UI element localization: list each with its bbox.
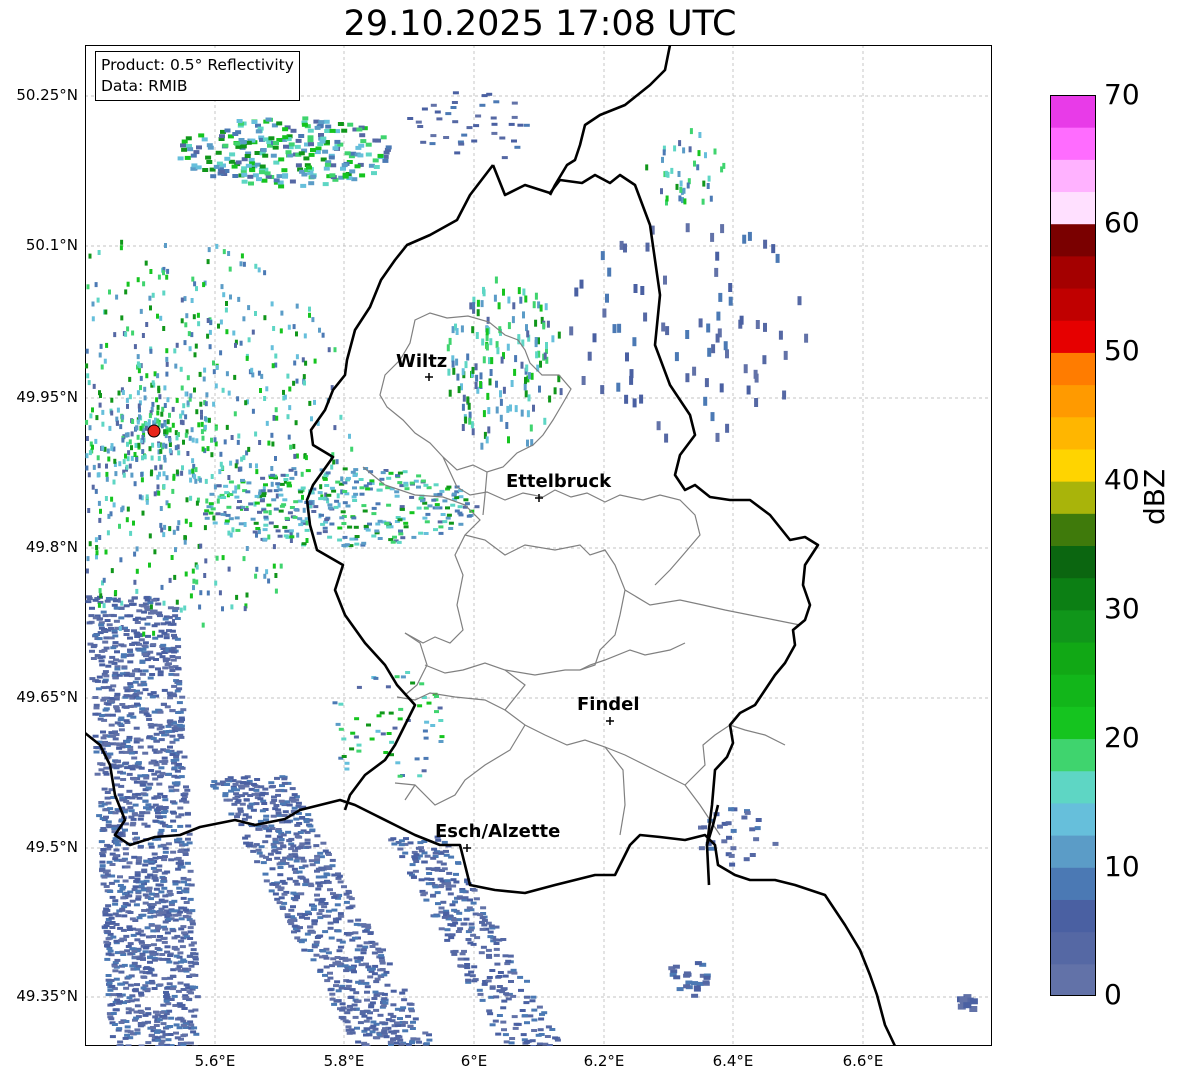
colorbar-tick: 70 (1104, 78, 1140, 111)
colorbar-segment (1050, 384, 1096, 418)
data-source-label: Data: RMIB (101, 77, 188, 95)
colorbar-segment (1050, 931, 1096, 965)
colorbar-segment (1050, 416, 1096, 450)
city-marker (425, 373, 433, 381)
colorbar-segment (1050, 642, 1096, 675)
colorbar-segment (1050, 513, 1096, 546)
dbz-colorbar (1050, 95, 1096, 996)
colorbar-segment (1050, 481, 1096, 514)
colorbar-tick: 0 (1104, 978, 1122, 1011)
colorbar-segment (1050, 320, 1096, 353)
colorbar-segment (1050, 95, 1096, 128)
colorbar-segment (1050, 159, 1096, 193)
colorbar-segment (1050, 835, 1096, 868)
colorbar-segment (1050, 255, 1096, 289)
colorbar-segment (1050, 899, 1096, 933)
product-info-box: Product: 0.5° Reflectivity Data: RMIB (95, 51, 300, 101)
radar-map[interactable]: Wiltz Ettelbruck Findel Esch/Alzette Produc… (85, 45, 992, 1046)
colorbar-tick: 10 (1104, 850, 1140, 883)
colorbar-segment (1050, 223, 1096, 257)
colorbar-segment (1050, 545, 1096, 579)
map-frame (85, 45, 992, 1046)
city-label: Findel (577, 694, 640, 715)
colorbar-segment (1050, 738, 1096, 772)
radar-map-canvas: Wiltz Ettelbruck Findel Esch/Alzette (85, 45, 992, 1046)
y-tick-label: 49.35°N (16, 987, 78, 1005)
colorbar-segment (1050, 706, 1096, 740)
colorbar-segment (1050, 448, 1096, 482)
colorbar-segment (1050, 867, 1096, 900)
y-tick-label: 49.5°N (25, 838, 78, 856)
colorbar-segment (1050, 352, 1096, 386)
city-label: Wiltz (396, 351, 447, 372)
radar-echoes (85, 91, 978, 1046)
x-tick-label: 6.4°E (712, 1052, 754, 1070)
y-tick-label: 49.65°N (16, 688, 78, 706)
echo-cluster (177, 116, 392, 189)
x-tick-label: 6.6°E (842, 1052, 884, 1070)
colorbar-tick: 30 (1104, 592, 1140, 625)
radar-site-marker (147, 424, 161, 438)
colorbar-tick: 60 (1104, 206, 1140, 239)
echo-cluster (569, 223, 809, 443)
colorbar-segment (1050, 802, 1096, 836)
map-gridlines (85, 45, 992, 1046)
colorbar-segment (1050, 963, 1096, 996)
echo-cluster (332, 671, 445, 778)
colorbar-segment (1050, 288, 1096, 321)
echo-cluster (407, 91, 530, 160)
colorbar-segment (1050, 127, 1096, 160)
city-markers: Wiltz Ettelbruck Findel Esch/Alzette (147, 351, 640, 852)
echo-cluster (446, 276, 563, 450)
echo-cluster (668, 961, 711, 998)
y-tick-label: 49.95°N (16, 388, 78, 406)
colorbar-segment (1050, 674, 1096, 707)
city-marker (463, 844, 471, 852)
colorbar-tick: 40 (1104, 463, 1140, 496)
x-tick-label: 5.6°E (194, 1052, 236, 1070)
city-label: Ettelbruck (506, 471, 612, 492)
colorbar-tick: 50 (1104, 334, 1140, 367)
commune-borders (362, 312, 801, 836)
map-title: 29.10.2025 17:08 UTC (343, 4, 737, 44)
colorbar-segment (1050, 770, 1096, 804)
city-marker (606, 717, 614, 725)
y-tick-label: 50.1°N (25, 236, 78, 254)
echo-cluster (645, 128, 726, 206)
colorbar-tick: 20 (1104, 721, 1140, 754)
x-tick-label: 6.2°E (583, 1052, 625, 1070)
x-tick-label: 5.8°E (323, 1052, 365, 1070)
product-label: Product: 0.5° Reflectivity (101, 56, 294, 74)
colorbar-segment (1050, 191, 1096, 225)
country-borders (85, 45, 897, 1046)
y-tick-label: 50.25°N (16, 86, 78, 104)
city-label: Esch/Alzette (435, 821, 560, 842)
colorbar-segment (1050, 577, 1096, 611)
y-tick-label: 49.8°N (25, 538, 78, 556)
colorbar-label: dBZ (1138, 468, 1171, 525)
colorbar-segment (1050, 609, 1096, 643)
x-tick-label: 6°E (460, 1052, 488, 1070)
